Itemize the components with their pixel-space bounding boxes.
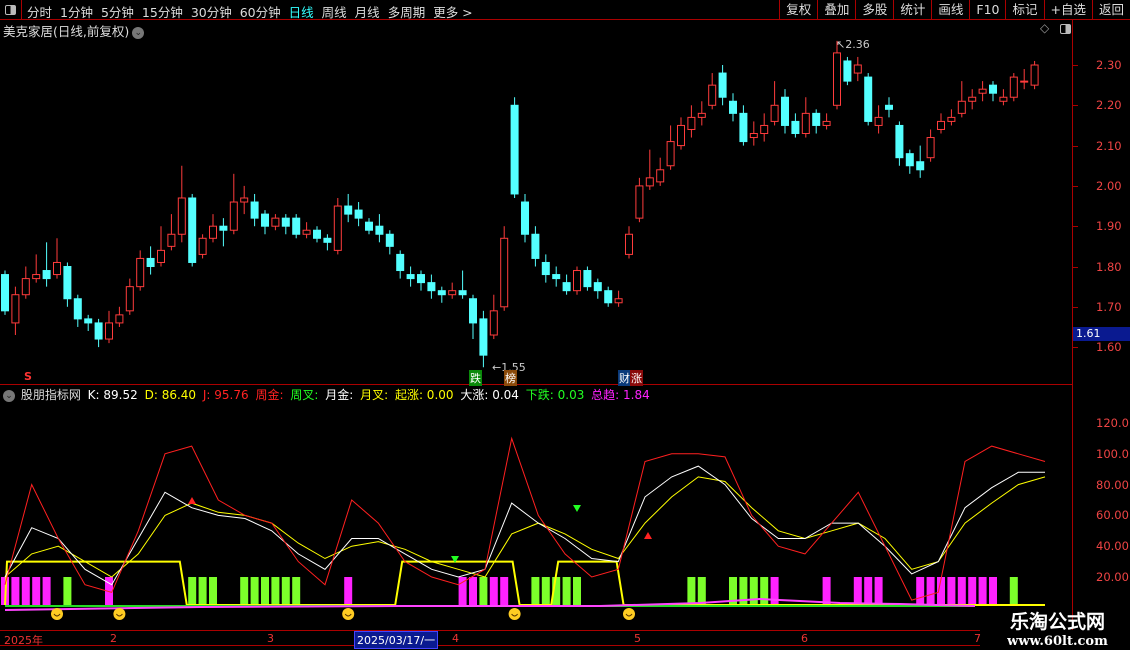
pink-signal-bar: [32, 577, 41, 605]
price-tick: 2.10: [1096, 138, 1122, 153]
time-label: 4: [452, 632, 459, 645]
price-tick: 1.90: [1096, 219, 1122, 234]
pink-signal-bar: [957, 577, 966, 605]
time-label: 2: [110, 632, 117, 645]
price-tick: 2.20: [1096, 98, 1122, 113]
smiley-icon: [51, 608, 63, 620]
time-label: 2025年: [4, 634, 43, 647]
pink-signal-bar: [344, 577, 353, 605]
price-tick: 1.60: [1096, 340, 1122, 355]
green-signal-bar: [240, 577, 249, 605]
pink-signal-bar: [853, 577, 862, 605]
tick-mark: [1073, 185, 1078, 187]
indicator-tick: 80.00: [1096, 477, 1129, 492]
indicator-tick: 60.00: [1096, 508, 1129, 523]
pink-signal-bar: [822, 577, 831, 605]
tick-mark: [1073, 65, 1078, 66]
pink-signal-bar: [21, 577, 30, 605]
current-price-label: 1.61: [1073, 327, 1130, 341]
green-signal-bar: [209, 577, 217, 605]
axis-divider: [1072, 20, 1073, 630]
j-line: [4, 436, 1046, 601]
price-tick: 2.00: [1096, 178, 1122, 193]
green-signal-bar: [687, 577, 696, 605]
green-signal-bar: [281, 577, 290, 605]
time-label: 6: [801, 632, 808, 645]
indicator-tick: 120.0: [1096, 416, 1129, 430]
tick-mark: [1073, 145, 1078, 147]
green-signal-bar: [63, 577, 72, 605]
green-signal-bar: [261, 577, 269, 605]
buy-arrow-icon: [188, 497, 196, 504]
indicator-tick: 40.00: [1096, 539, 1129, 554]
green-signal-bar: [292, 577, 301, 605]
green-signal-bar: [271, 577, 280, 605]
pink-signal-bar: [947, 577, 956, 605]
green-signal-bar: [531, 577, 540, 605]
pink-signal-bar: [989, 577, 997, 605]
selected-date: 2025/03/17/一: [354, 631, 439, 649]
smiley-icon: [623, 608, 635, 620]
tick-mark: [1073, 226, 1078, 228]
pink-signal-bar: [864, 577, 873, 605]
green-signal-bar: [198, 577, 207, 605]
pink-signal-bar: [926, 577, 935, 605]
back-button[interactable]: 返回: [1091, 0, 1130, 20]
k-line: [4, 465, 1045, 586]
green-signal-bar: [749, 577, 758, 605]
pink-signal-bar: [968, 577, 977, 605]
smiley-icon: [508, 608, 521, 620]
tick-mark: [1073, 266, 1078, 268]
pink-signal-bar: [874, 577, 883, 605]
pink-signal-bar: [469, 577, 477, 605]
yellow-step-line: [4, 560, 1045, 606]
pink-signal-bar: [978, 577, 987, 605]
tick-mark: [1073, 347, 1078, 349]
watermark: 乐淘公式网 www.60lt.com: [985, 605, 1130, 649]
indicator-tick: 20.00: [1096, 570, 1129, 584]
price-tick: 2.30: [1096, 58, 1122, 72]
green-signal-bar: [760, 577, 769, 605]
green-signal-bar: [697, 577, 706, 605]
time-label: 3: [267, 632, 274, 645]
time-axis: 2025年 2 3 2025/03/17/一 4 5 6 7: [0, 630, 981, 649]
tick-mark: [1073, 105, 1078, 107]
green-signal-bar: [188, 577, 197, 605]
watermark-title: 乐淘公式网: [1009, 611, 1105, 633]
pink-signal-bar: [42, 577, 51, 605]
green-signal-bar: [541, 577, 550, 605]
pink-signal-bar: [500, 577, 509, 605]
pink-signal-bar: [489, 577, 498, 605]
pink-signal-bar: [458, 577, 467, 605]
green-signal-bar: [1009, 577, 1018, 605]
green-signal-bar: [479, 577, 488, 605]
green-signal-bar: [250, 577, 259, 605]
pink-signal-bar: [916, 577, 925, 605]
buy-arrow-icon: [644, 532, 652, 539]
tick-mark: [1073, 306, 1078, 308]
kdj-indicator-chart[interactable]: [0, 0, 1072, 630]
sell-arrow-icon: [573, 505, 581, 512]
pink-signal-bar: [11, 577, 20, 605]
time-label: 7: [974, 632, 981, 645]
price-tick: 1.70: [1096, 299, 1122, 314]
green-signal-bar: [573, 577, 581, 605]
watermark-url: www.60lt.com: [1007, 634, 1108, 649]
time-label: 5: [634, 632, 641, 645]
green-signal-bar: [562, 577, 571, 605]
price-tick: 1.80: [1096, 259, 1122, 274]
smiley-icon: [113, 608, 126, 620]
smiley-icon: [342, 608, 355, 620]
indicator-tick: 100.0: [1096, 446, 1129, 461]
